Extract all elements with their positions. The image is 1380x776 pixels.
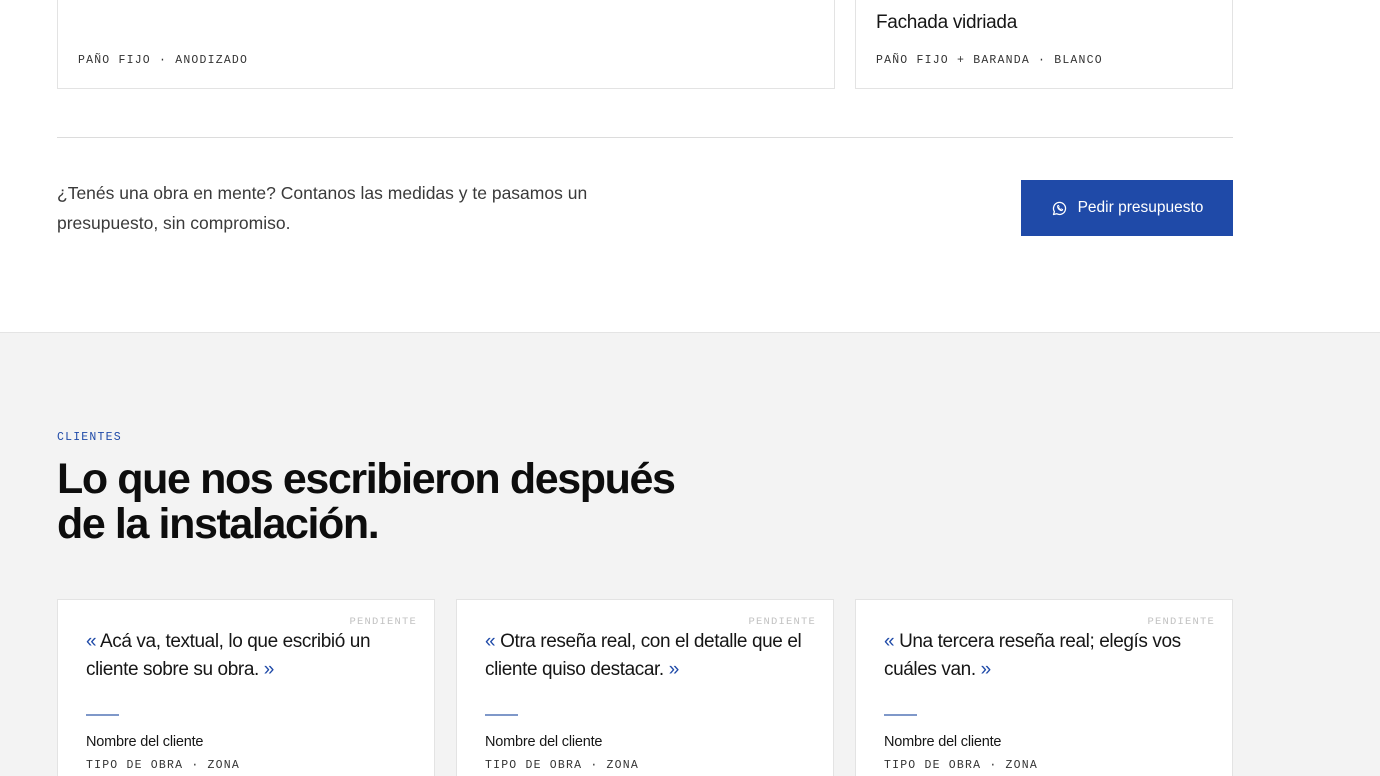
cta-text: ¿Tenés una obra en mente? Contanos las m… xyxy=(57,183,588,233)
review-quote-text: Una tercera reseña real; elegís vos cuál… xyxy=(884,631,1181,680)
client-meta: TIPO DE OBRA · ZONA xyxy=(884,759,1038,772)
project-title: Fachada vidriada xyxy=(876,12,1017,33)
project-card[interactable]: PAÑO FIJO · ANODIZADO xyxy=(57,0,835,89)
close-quote-mark: » xyxy=(980,659,992,680)
client-meta: TIPO DE OBRA · ZONA xyxy=(86,759,240,772)
accent-line xyxy=(485,714,518,716)
project-meta: PAÑO FIJO + BARANDA · BLANCO xyxy=(876,54,1103,67)
review-card: PENDIENTE « Acá va, textual, lo que escr… xyxy=(57,599,435,776)
clients-section: CLIENTES Lo que nos escribieron después … xyxy=(0,332,1380,776)
review-quote: « Otra reseña real, con el detalle que e… xyxy=(485,628,815,684)
project-card[interactable]: Fachada vidriada PAÑO FIJO + BARANDA · B… xyxy=(855,0,1233,89)
client-name: Nombre del cliente xyxy=(485,734,603,750)
review-card: PENDIENTE « Otra reseña real, con el det… xyxy=(456,599,834,776)
project-meta: PAÑO FIJO · ANODIZADO xyxy=(78,54,249,67)
review-quote-text: Otra reseña real, con el detalle que el … xyxy=(485,631,802,680)
client-meta: TIPO DE OBRA · ZONA xyxy=(485,759,639,772)
review-quote: « Acá va, textual, lo que escribió un cl… xyxy=(86,628,416,684)
client-name: Nombre del cliente xyxy=(86,734,204,750)
accent-line xyxy=(884,714,917,716)
request-quote-button[interactable]: Pedir presupuesto xyxy=(1021,180,1233,236)
section-divider xyxy=(57,137,1233,138)
whatsapp-icon xyxy=(1052,201,1066,215)
section-eyebrow: CLIENTES xyxy=(57,431,122,444)
review-status-badge: PENDIENTE xyxy=(748,616,816,628)
open-quote-mark: « xyxy=(86,631,97,652)
request-quote-label: Pedir presupuesto xyxy=(1077,199,1204,216)
open-quote-mark: « xyxy=(884,631,895,652)
close-quote-mark: » xyxy=(668,659,680,680)
close-quote-mark: » xyxy=(263,659,275,680)
accent-line xyxy=(86,714,119,716)
client-name: Nombre del cliente xyxy=(884,734,1002,750)
review-quote: « Una tercera reseña real; elegís vos cu… xyxy=(884,628,1214,684)
review-quote-text: Acá va, textual, lo que escribió un clie… xyxy=(86,631,371,680)
review-card: PENDIENTE « Una tercera reseña real; ele… xyxy=(855,599,1233,776)
open-quote-mark: « xyxy=(485,631,496,652)
review-status-badge: PENDIENTE xyxy=(1147,616,1215,628)
section-headline: Lo que nos escribieron después de la ins… xyxy=(57,455,676,548)
review-status-badge: PENDIENTE xyxy=(349,616,417,628)
